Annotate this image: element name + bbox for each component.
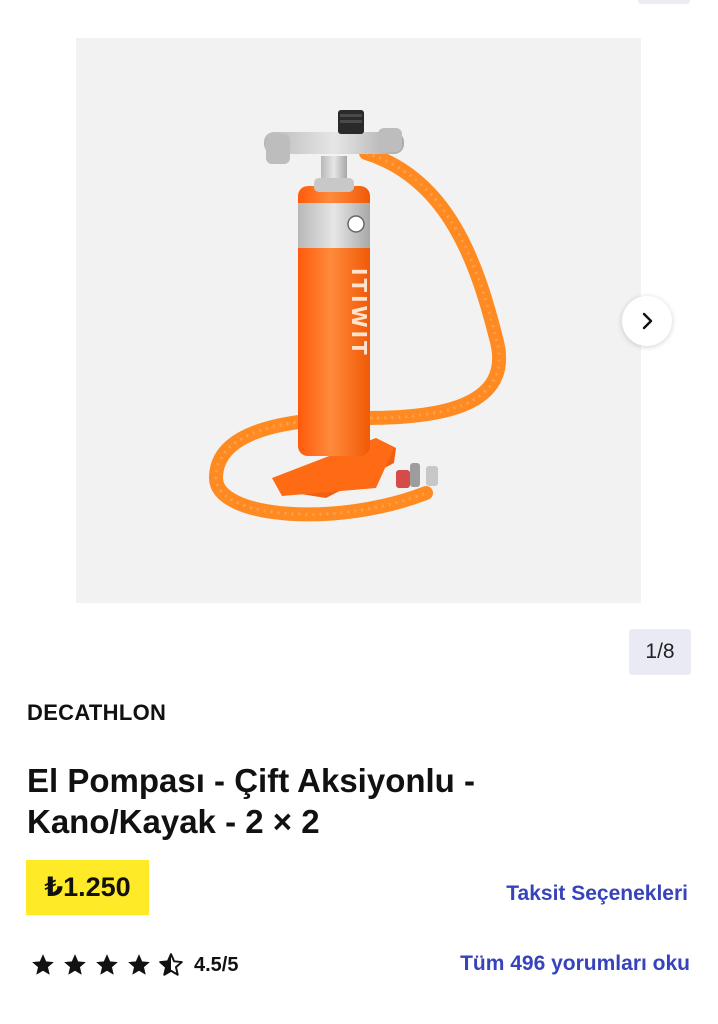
image-counter: 1/8 [629,629,691,675]
product-image-gallery[interactable]: ITIWIT [76,38,641,603]
price-badge: ₺1.250 [26,860,149,915]
star-half-icon [159,953,183,976]
product-title: El Pompası - Çift Aksiyonlu - Kano/Kayak… [27,762,475,840]
top-chip [638,0,690,4]
read-all-reviews-link[interactable]: Tüm 496 yorumları oku [460,952,690,976]
next-image-button[interactable] [622,296,672,346]
star-full-icon [32,954,54,975]
brand-name[interactable]: DECATHLON [27,700,166,726]
pump-brand-print: ITIWIT [347,268,371,358]
rating[interactable]: 4.5/5 [30,951,238,979]
rating-value: 4.5/5 [194,953,239,976]
star-full-icon [128,954,150,975]
rating-stars [30,952,184,978]
star-full-icon [64,954,86,975]
product-image: ITIWIT [208,110,506,522]
star-full-icon [96,954,118,975]
chevron-right-icon [642,312,653,330]
installment-options-link[interactable]: Taksit Seçenekleri [506,882,688,906]
